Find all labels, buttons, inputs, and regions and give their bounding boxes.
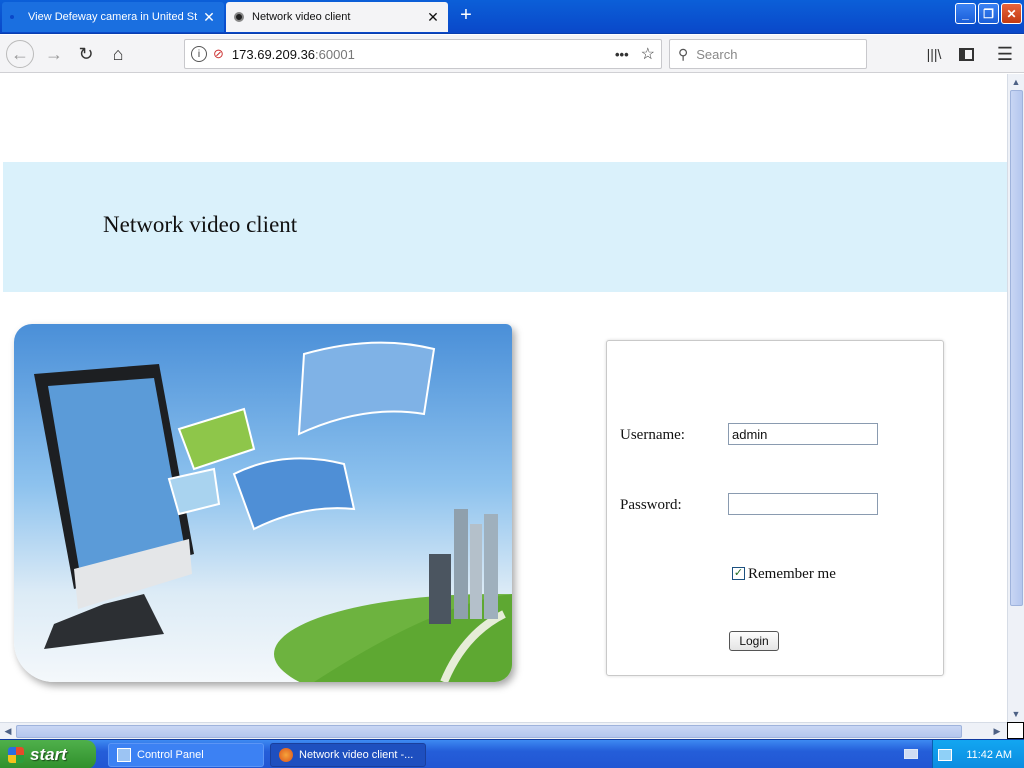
forward-button[interactable]: → [40,40,68,68]
sidebar-icon [958,47,974,61]
firefox-icon [279,748,293,762]
start-button[interactable]: start [0,740,96,768]
reload-icon: ↻ [78,43,94,64]
restore-icon: ❐ [983,6,994,21]
password-input[interactable] [728,493,878,515]
insecure-lock-icon[interactable]: ⊘ [213,46,224,62]
new-tab-button[interactable]: + [455,4,477,28]
hamburger-menu-icon: ☰ [996,43,1014,64]
home-icon: ⌂ [112,43,124,64]
taskbar-item-label: Network video client -... [299,749,414,761]
navigation-toolbar: ← → ↻ ⌂ i ⊘ 173.69.209.36:60001 ••• ☆ ⚲ … [0,35,1024,73]
password-label: Password: [620,497,682,513]
close-icon: ✕ [1006,6,1017,21]
close-tab-icon[interactable]: ✕ [426,9,440,26]
forward-arrow-icon: → [45,43,63,64]
close-tab-icon[interactable]: ✕ [202,9,216,26]
camera-icon [234,12,244,22]
tab-title: Network video client [252,11,351,23]
scroll-left-arrow-icon[interactable]: ◀ [0,723,16,739]
url-port: :60001 [315,46,355,62]
vertical-scrollbar[interactable]: ▲ ▼ [1007,74,1024,722]
horizontal-scrollbar[interactable]: ◀ ▶ [0,722,1007,739]
search-box[interactable]: ⚲ Search [669,39,867,69]
scroll-corner [1007,722,1024,739]
tab-bar: View Defeway camera in United St ✕ Netwo… [0,0,1024,34]
tab-title: View Defeway camera in United St [28,11,198,23]
menu-button[interactable]: ☰ [991,40,1019,68]
back-arrow-icon: ← [11,43,29,64]
search-placeholder: Search [696,46,738,62]
page-title: Network video client [103,212,298,237]
hero-image [14,324,512,682]
search-icon: ⚲ [678,45,689,62]
page-actions-icon[interactable]: ••• [615,47,629,62]
page-icon [10,15,14,19]
login-button[interactable]: Login [729,631,779,651]
taskbar-item-label: Control Panel [137,749,204,761]
horizontal-scroll-thumb[interactable] [16,725,962,738]
keyboard-icon[interactable] [904,749,918,759]
reload-button[interactable]: ↻ [72,40,100,68]
scroll-up-arrow-icon[interactable]: ▲ [1008,74,1024,90]
library-button[interactable]: |||\ [920,40,948,68]
scroll-right-arrow-icon[interactable]: ▶ [989,723,1005,739]
remember-me-label[interactable]: Remember me [748,566,836,583]
info-icon[interactable]: i [191,46,207,62]
login-panel: Username: Password: ✓ Remember me Login [606,340,944,676]
taskbar: start Control Panel Network video client… [0,739,1024,768]
vertical-scroll-thumb[interactable] [1010,90,1023,606]
minimize-button[interactable]: _ [955,3,976,24]
username-input[interactable] [728,423,878,445]
taskbar-item-network-video-client[interactable]: Network video client -... [270,743,426,767]
tab-network-video-client[interactable]: Network video client ✕ [226,2,448,32]
home-button[interactable]: ⌂ [104,40,132,68]
username-label: Username: [620,427,685,443]
scroll-down-arrow-icon[interactable]: ▼ [1008,706,1024,722]
monitor-illustration [34,341,512,682]
close-window-button[interactable]: ✕ [1001,3,1022,24]
back-button[interactable]: ← [6,40,34,68]
control-panel-icon [117,748,131,762]
remember-me-checkbox[interactable]: ✓ [732,567,745,580]
header-banner: Network video client [3,162,1007,292]
bookmark-star-icon[interactable]: ☆ [641,44,655,64]
minimize-icon: _ [962,6,969,21]
system-tray: 11:42 AM [932,740,1024,768]
restore-button[interactable]: ❐ [978,3,999,24]
windows-logo-icon [8,746,24,763]
page-viewport: Network video client Username: Password:… [0,74,1007,722]
start-label: start [30,744,67,764]
sidebar-button[interactable] [952,40,980,68]
tab-defeway[interactable]: View Defeway camera in United St ✕ [2,2,224,32]
network-icon[interactable] [938,748,953,761]
address-bar[interactable]: i ⊘ 173.69.209.36:60001 ••• ☆ [184,39,662,69]
url-host: 173.69.209.36 [231,46,316,62]
taskbar-item-control-panel[interactable]: Control Panel [108,743,264,767]
clock[interactable]: 11:42 AM [966,749,1012,761]
library-icon: |||\ [926,46,942,62]
